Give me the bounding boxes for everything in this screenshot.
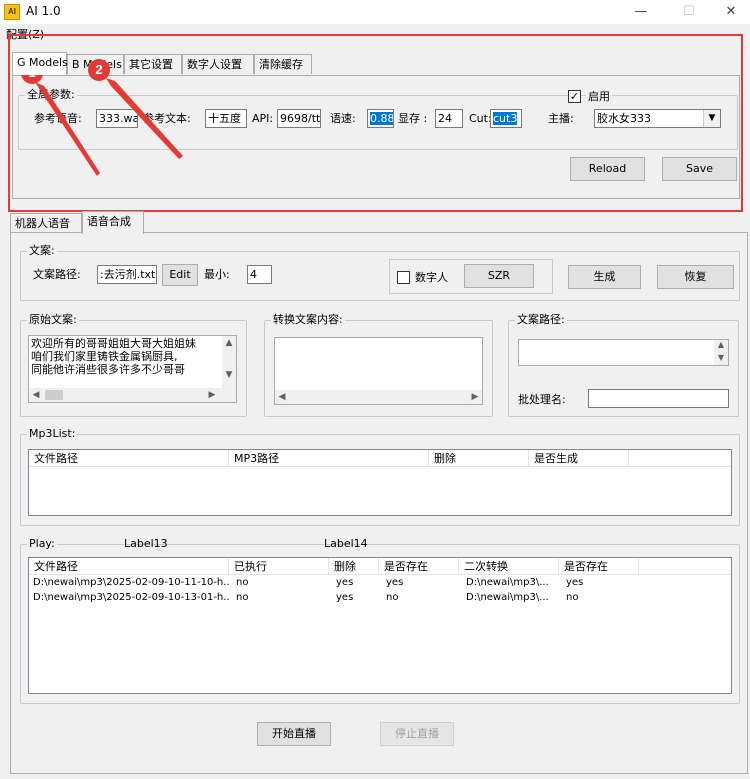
row-exists: yes	[386, 577, 404, 588]
digital-human-checkbox[interactable]	[397, 271, 410, 284]
scroll-up-icon[interactable]: ▲	[222, 336, 236, 350]
row-second-convert: D:\newai\mp3\...	[466, 577, 549, 588]
mp3list-col-mp3-path[interactable]: MP3路径	[229, 450, 429, 467]
play-col-exists-2[interactable]: 是否存在	[559, 558, 639, 575]
original-hscroll[interactable]: ◀ ▶	[29, 388, 236, 402]
row-exists-2: no	[566, 592, 579, 603]
tab-voice-synthesis[interactable]: 语音合成	[82, 211, 144, 234]
play-col-delete[interactable]: 删除	[329, 558, 379, 575]
edit-button[interactable]: Edit	[162, 264, 198, 286]
copy-path-label: 文案路径:	[33, 268, 81, 281]
play-table[interactable]: 文件路径 已执行 删除 是否存在 二次转换 是否存在 D:\newai\mp3\…	[28, 557, 732, 694]
lower-tab-strip: 机器人语音 语音合成	[10, 211, 210, 234]
play-col-file-path[interactable]: 文件路径	[29, 558, 229, 575]
label13: Label13	[124, 537, 168, 550]
row-exists: no	[386, 592, 399, 603]
mp3list-col-file-path[interactable]: 文件路径	[29, 450, 229, 467]
original-copy-title: 原始文案:	[27, 313, 79, 327]
stop-live-button[interactable]: 停止直播	[380, 722, 454, 746]
row-delete: yes	[336, 577, 354, 588]
row-executed: no	[236, 592, 249, 603]
scroll-thumb[interactable]	[45, 390, 63, 400]
start-live-button[interactable]: 开始直播	[257, 722, 331, 746]
scroll-left-icon[interactable]: ◀	[275, 390, 289, 404]
play-col-exists[interactable]: 是否存在	[379, 558, 459, 575]
play-col-second-convert[interactable]: 二次转换	[459, 558, 559, 575]
row-exists-2: yes	[566, 577, 584, 588]
converted-copy-textarea[interactable]: ◀ ▶	[274, 337, 483, 405]
mp3list-col-filler	[629, 450, 731, 467]
copy-path-title: 文案路径:	[515, 313, 567, 327]
batch-name-label: 批处理名:	[518, 393, 566, 406]
annotation-arrow-1	[35, 82, 100, 176]
min-label: 最小:	[204, 268, 230, 281]
row-file-path: D:\newai\mp3\2025-02-09-10-11-10-h...	[33, 577, 229, 588]
converted-hscroll[interactable]: ◀ ▶	[275, 390, 482, 404]
converted-copy-title: 转换文案内容:	[271, 313, 345, 327]
digital-human-label: 数字人	[415, 271, 448, 284]
mp3list-col-delete[interactable]: 删除	[429, 450, 529, 467]
mp3list-table[interactable]: 文件路径 MP3路径 删除 是否生成	[28, 449, 732, 516]
annotation-arrow-2	[106, 78, 183, 159]
annotation-marker-2: 2	[88, 59, 110, 81]
copy-path-vscroll[interactable]: ▲ ▼	[714, 340, 728, 365]
play-col-executed[interactable]: 已执行	[229, 558, 329, 575]
generate-button[interactable]: 生成	[568, 265, 641, 289]
play-title: Play:	[27, 537, 57, 551]
tab-g-models[interactable]: G Models	[12, 52, 68, 75]
copy-path-textarea[interactable]: ▲ ▼	[518, 339, 729, 366]
tab-robot-voice[interactable]: 机器人语音	[10, 213, 82, 233]
mp3list-title: Mp3List:	[27, 427, 78, 441]
row-file-path: D:\newai\mp3\2025-02-09-10-13-01-h...	[33, 592, 229, 603]
row-delete: yes	[336, 592, 354, 603]
restore-button[interactable]: 恢复	[657, 265, 734, 289]
min-field[interactable]: 4	[247, 265, 272, 284]
label14: Label14	[324, 537, 368, 550]
mp3list-col-generated[interactable]: 是否生成	[529, 450, 629, 467]
annotation-arrows	[35, 78, 183, 176]
scroll-right-icon[interactable]: ▶	[205, 388, 219, 402]
scroll-left-icon[interactable]: ◀	[29, 388, 43, 402]
scroll-right-icon[interactable]: ▶	[468, 390, 482, 404]
original-line-3: 同能他许消些很多许多不少哥哥	[31, 363, 185, 376]
copy-group-title: 文案:	[27, 244, 57, 258]
original-vscroll[interactable]: ▲ ▼	[222, 336, 236, 388]
copy-path-field[interactable]: :去污剂.txt	[97, 265, 157, 284]
row-second-convert: D:\newai\mp3\...	[466, 592, 549, 603]
original-copy-textarea[interactable]: 欢迎所有的哥哥姐姐大哥大姐姐妹 咱们我们家里铸铁金属锅厨具, 同能他许消些很多许…	[28, 335, 237, 403]
scroll-down-icon[interactable]: ▼	[222, 368, 236, 382]
batch-name-field[interactable]	[588, 389, 729, 408]
play-col-filler	[639, 558, 731, 575]
row-executed: no	[236, 577, 249, 588]
scroll-down-icon[interactable]: ▼	[714, 351, 728, 365]
original-line-2: 咱们我们家里铸铁金属锅厨具,	[31, 350, 178, 363]
szr-button[interactable]: SZR	[464, 264, 534, 288]
original-line-1: 欢迎所有的哥哥姐姐大哥大姐姐妹	[31, 337, 196, 350]
